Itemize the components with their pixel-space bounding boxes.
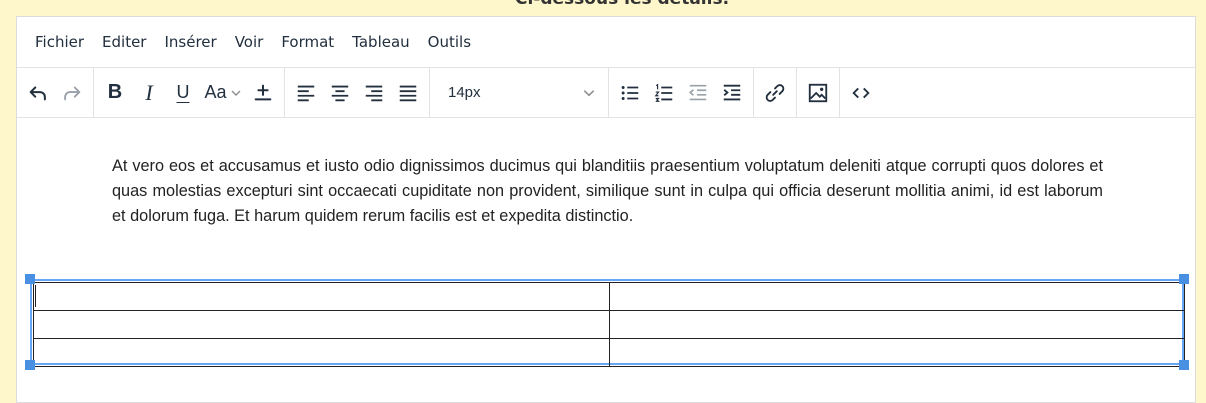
resize-handle-top-right[interactable] (1179, 274, 1189, 284)
menubar: Fichier Editer Insérer Voir Format Table… (17, 17, 1195, 68)
align-right-icon (365, 85, 383, 101)
table-row (33, 282, 1185, 311)
bold-button[interactable]: B (98, 76, 132, 110)
bullet-list-icon (621, 85, 639, 100)
redo-button[interactable] (55, 76, 89, 110)
font-family-label: Aa (204, 82, 227, 102)
undo-icon (29, 85, 46, 100)
code-icon (852, 87, 870, 98)
history-group (17, 68, 94, 117)
rich-text-editor: Fichier Editer Insérer Voir Format Table… (16, 16, 1196, 403)
align-center-button[interactable] (323, 76, 357, 110)
table-cell[interactable] (33, 282, 610, 311)
superscript-icon (254, 84, 272, 100)
resize-handle-bottom-left[interactable] (25, 360, 35, 370)
table-cell[interactable] (33, 338, 610, 367)
menu-editer[interactable]: Editer (93, 17, 155, 67)
image-icon (808, 83, 828, 102)
image-button[interactable] (801, 76, 835, 110)
resize-handle-top-left[interactable] (25, 274, 35, 284)
align-right-button[interactable] (357, 76, 391, 110)
formatting-group: B I U Aa (94, 68, 285, 117)
menu-fichier[interactable]: Fichier (26, 17, 93, 67)
link-group (754, 68, 797, 117)
menu-format[interactable]: Format (272, 17, 343, 67)
image-group (797, 68, 840, 117)
toolbar: B I U Aa 14px (17, 68, 1195, 118)
align-justify-icon (399, 85, 417, 101)
code-group (840, 68, 882, 117)
outdent-icon (688, 84, 707, 100)
table-cell[interactable] (608, 338, 1185, 367)
table-cell[interactable] (608, 282, 1185, 311)
link-button[interactable] (758, 76, 792, 110)
font-size-group: 14px (430, 68, 609, 117)
table-row (33, 310, 1185, 339)
indent-button[interactable] (715, 76, 749, 110)
align-justify-button[interactable] (391, 76, 425, 110)
text-caret (35, 285, 36, 307)
superscript-button[interactable] (246, 76, 280, 110)
heading-fragment: Ci-dessous les détails. (515, 0, 729, 9)
heading-fragment-clip: Ci-dessous les détails. (0, 0, 1206, 14)
underline-button[interactable]: U (166, 76, 200, 110)
body-paragraph[interactable]: At vero eos et accusamus et iusto odio d… (112, 154, 1103, 229)
numbered-list-button[interactable] (647, 76, 681, 110)
align-left-button[interactable] (289, 76, 323, 110)
redo-icon (64, 86, 81, 100)
menu-outils[interactable]: Outils (419, 17, 480, 67)
resize-handle-bottom-right[interactable] (1179, 360, 1189, 370)
bullet-list-button[interactable] (613, 76, 647, 110)
align-center-icon (331, 85, 349, 101)
undo-button[interactable] (21, 76, 55, 110)
alignment-group (285, 68, 430, 117)
table-row (33, 338, 1185, 367)
link-icon (765, 83, 785, 102)
indent-icon (723, 84, 741, 100)
editor-content[interactable]: At vero eos et accusamus et iusto odio d… (17, 118, 1195, 402)
menu-voir[interactable]: Voir (226, 17, 273, 67)
font-size-value: 14px (448, 84, 481, 101)
table-cell[interactable] (608, 310, 1185, 339)
italic-button[interactable]: I (132, 76, 166, 110)
source-code-button[interactable] (844, 76, 878, 110)
font-size-select[interactable]: 14px (434, 76, 604, 110)
list-group (609, 68, 754, 117)
align-left-icon (297, 85, 315, 101)
font-family-button[interactable]: Aa (200, 76, 246, 110)
selected-table[interactable] (30, 279, 1185, 367)
menu-inserer[interactable]: Insérer (155, 17, 225, 67)
outdent-button[interactable] (681, 76, 715, 110)
menu-tableau[interactable]: Tableau (343, 17, 419, 67)
chevron-down-icon (231, 90, 241, 96)
chevron-down-icon (583, 89, 595, 96)
content-table[interactable] (33, 282, 1185, 367)
numbered-list-icon (654, 83, 673, 102)
table-cell[interactable] (33, 310, 610, 339)
